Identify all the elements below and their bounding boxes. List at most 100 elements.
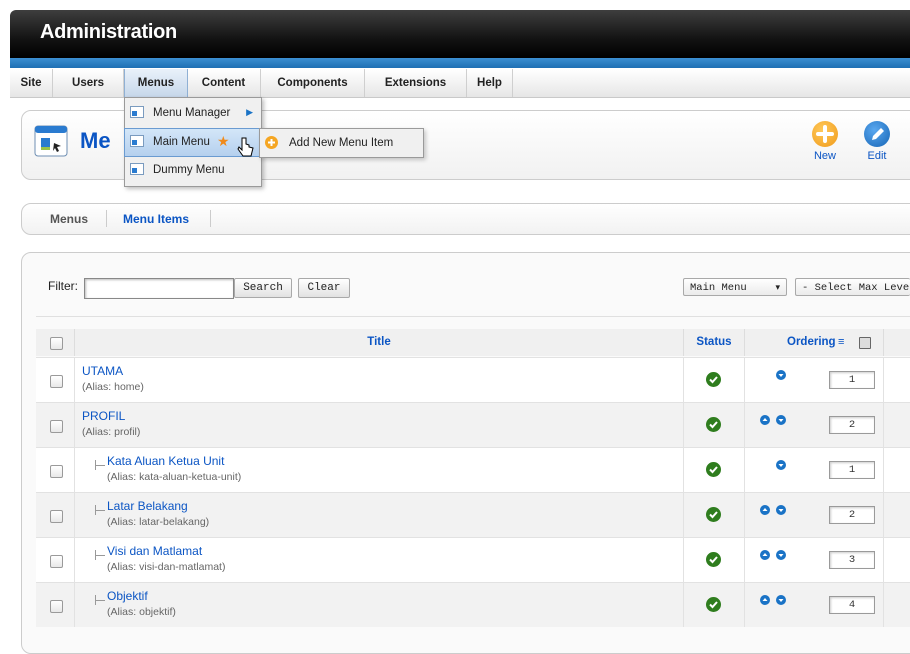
- column-status[interactable]: Status: [684, 329, 745, 356]
- row-extra-cell: [884, 538, 910, 582]
- add-icon: [265, 136, 278, 149]
- row-checkbox[interactable]: [50, 510, 63, 523]
- dropdown-item-main-menu[interactable]: Main Menu ★: [124, 128, 262, 157]
- row-status-cell: [684, 493, 745, 537]
- new-button[interactable]: New: [805, 121, 845, 162]
- row-checkbox[interactable]: [50, 465, 63, 478]
- add-icon: [812, 121, 838, 147]
- row-checkbox[interactable]: [50, 420, 63, 433]
- app-title: Administration: [40, 21, 177, 43]
- star-icon: ★: [217, 133, 230, 149]
- move-up-icon[interactable]: [760, 505, 770, 515]
- tab-divider: [106, 210, 107, 227]
- filter-label: Filter:: [48, 279, 78, 293]
- published-check-icon[interactable]: [706, 507, 721, 522]
- move-up-icon[interactable]: [760, 595, 770, 605]
- tab-menu-items[interactable]: Menu Items: [123, 212, 189, 226]
- tree-connector: [95, 465, 105, 466]
- dropdown-item-dummy-menu[interactable]: Dummy Menu: [125, 157, 261, 184]
- clear-button[interactable]: Clear: [298, 278, 350, 298]
- item-title-link[interactable]: PROFIL: [82, 409, 125, 423]
- menu-components[interactable]: Components: [261, 69, 365, 97]
- move-up-icon[interactable]: [760, 550, 770, 560]
- table-row: Objektif (Alias: objektif) 4: [36, 582, 910, 627]
- menu-menus[interactable]: Menus: [124, 69, 188, 97]
- move-down-icon[interactable]: [776, 460, 786, 470]
- item-title-link[interactable]: Objektif: [107, 589, 148, 603]
- sort-icon[interactable]: ≡: [838, 329, 844, 356]
- dropdown-item-menu-manager[interactable]: Menu Manager ▶: [125, 100, 261, 127]
- menu-icon: [130, 135, 144, 147]
- row-title-cell: Visi dan Matlamat (Alias: visi-dan-matlam…: [75, 538, 684, 582]
- alias-prefix: Alias: [110, 471, 134, 483]
- row-checkbox-cell: [36, 403, 75, 447]
- row-checkbox[interactable]: [50, 375, 63, 388]
- select-all-checkbox[interactable]: [50, 337, 63, 350]
- chevron-right-icon: ▶: [246, 107, 253, 117]
- row-title-cell: PROFIL (Alias: profil): [75, 403, 684, 447]
- move-down-icon[interactable]: [776, 505, 786, 515]
- max-levels-select[interactable]: - Select Max Levels -: [795, 278, 910, 296]
- published-check-icon[interactable]: [706, 417, 721, 432]
- column-title[interactable]: Title: [75, 329, 684, 356]
- menu-help[interactable]: Help: [467, 69, 513, 97]
- filter-divider: [36, 316, 910, 317]
- page-title: Me: [80, 128, 111, 153]
- alias-prefix: Alias: [110, 516, 134, 528]
- menu-site[interactable]: Site: [10, 69, 53, 97]
- item-title-link[interactable]: Latar Belakang: [107, 499, 188, 513]
- filter-input[interactable]: [84, 278, 234, 299]
- menu-extensions[interactable]: Extensions: [365, 69, 467, 97]
- row-checkbox[interactable]: [50, 555, 63, 568]
- move-down-icon[interactable]: [776, 595, 786, 605]
- row-checkbox-cell: [36, 493, 75, 537]
- tab-divider: [210, 210, 211, 227]
- published-check-icon[interactable]: [706, 552, 721, 567]
- published-check-icon[interactable]: [706, 597, 721, 612]
- row-ordering-cell: 2: [745, 493, 884, 537]
- save-order-icon[interactable]: [859, 337, 871, 349]
- row-ordering-cell: 2: [745, 403, 884, 447]
- search-button[interactable]: Search: [234, 278, 292, 298]
- order-input[interactable]: 1: [829, 371, 875, 389]
- order-input[interactable]: 4: [829, 596, 875, 614]
- menu-content[interactable]: Content: [187, 69, 261, 97]
- row-ordering-cell: 1: [745, 358, 884, 402]
- move-up-icon[interactable]: [760, 415, 770, 425]
- alias-value: latar-belakang: [139, 516, 206, 528]
- menu-users[interactable]: Users: [53, 69, 124, 97]
- item-title-link[interactable]: Visi dan Matlamat: [107, 544, 202, 558]
- order-input[interactable]: 2: [829, 416, 875, 434]
- table-row: Kata Aluan Ketua Unit (Alias: kata-aluan-…: [36, 447, 910, 492]
- item-title-link[interactable]: Kata Aluan Ketua Unit: [107, 454, 224, 468]
- menu-icon: [130, 163, 144, 175]
- row-extra-cell: [884, 448, 910, 492]
- row-status-cell: [684, 448, 745, 492]
- row-checkbox-cell: [36, 538, 75, 582]
- item-title-link[interactable]: UTAMA: [82, 364, 123, 378]
- edit-button[interactable]: Edit: [857, 121, 897, 162]
- item-alias: (Alias: objektif): [107, 606, 176, 618]
- published-check-icon[interactable]: [706, 372, 721, 387]
- item-alias: (Alias: latar-belakang): [107, 516, 210, 528]
- alias-value: kata-aluan-ketua-unit: [139, 471, 238, 483]
- menu-type-select[interactable]: Main Menu ▾: [683, 278, 787, 296]
- main-menubar: Site Users Menus Content Components Exte…: [10, 69, 910, 98]
- add-menu-item-flyout[interactable]: Add New Menu Item: [259, 128, 424, 158]
- published-check-icon[interactable]: [706, 462, 721, 477]
- edit-button-label: Edit: [867, 150, 887, 162]
- move-down-icon[interactable]: [776, 415, 786, 425]
- order-input[interactable]: 1: [829, 461, 875, 479]
- admin-header: Administration: [10, 10, 910, 58]
- menus-dropdown: Menu Manager ▶ Main Menu ★ Dummy Menu: [124, 97, 262, 187]
- dropdown-item-label: Main Menu: [153, 136, 210, 148]
- move-down-icon[interactable]: [776, 370, 786, 380]
- tab-menus[interactable]: Menus: [50, 212, 88, 226]
- flyout-label: Add New Menu Item: [289, 137, 394, 149]
- order-input[interactable]: 3: [829, 551, 875, 569]
- row-checkbox[interactable]: [50, 600, 63, 613]
- order-input[interactable]: 2: [829, 506, 875, 524]
- column-ordering[interactable]: Ordering: [787, 329, 836, 356]
- move-down-icon[interactable]: [776, 550, 786, 560]
- header-extra-cell: [884, 329, 910, 356]
